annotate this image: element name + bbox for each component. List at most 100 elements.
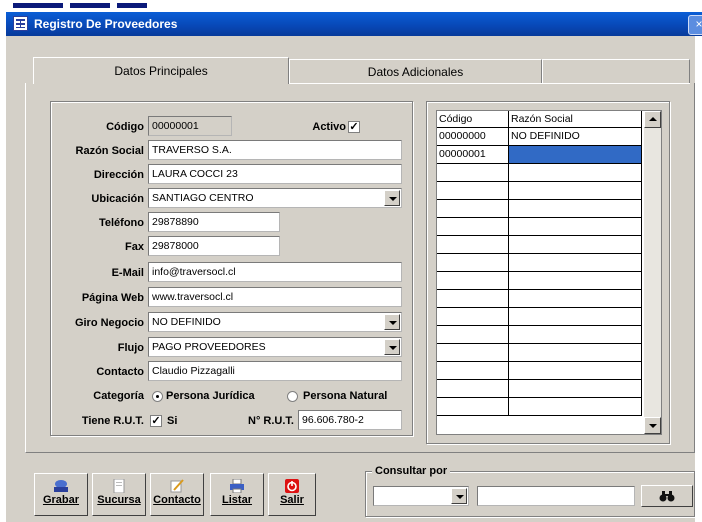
app-grid-icon: [13, 16, 28, 31]
razon-social-label: Razón Social: [75, 145, 144, 157]
giro-negocio-label: Giro Negocio: [74, 317, 144, 329]
consultar-select[interactable]: [373, 486, 469, 506]
top-strip-bar: [70, 3, 110, 8]
sucursal-label: Sucursa: [97, 494, 141, 506]
listar-button[interactable]: Listar: [210, 473, 264, 516]
grid-cell-codigo[interactable]: 00000001: [437, 146, 509, 164]
contacto-button[interactable]: Contacto: [150, 473, 204, 516]
grid-empty-cell: [509, 200, 642, 218]
ubicacion-select[interactable]: SANTIAGO CENTRO: [148, 188, 402, 208]
telefono-field[interactable]: 29878890: [148, 212, 280, 232]
grid-empty-cell: [509, 290, 642, 308]
chevron-down-icon[interactable]: [384, 190, 400, 206]
binoculars-icon: [659, 491, 675, 502]
grid-empty-cell: [437, 236, 509, 254]
radio-persona-juridica[interactable]: [152, 391, 163, 402]
tab-label: Datos Adicionales: [367, 65, 464, 79]
grid-empty-cell: [509, 254, 642, 272]
title-bar: Registro De Proveedores ×: [6, 12, 702, 36]
salir-label: Salir: [280, 494, 304, 506]
grid-empty-cell: [437, 200, 509, 218]
tiene-rut-label: Tiene R.U.T.: [81, 415, 144, 427]
activo-label: Activo: [312, 121, 346, 133]
grid-empty-cell: [437, 308, 509, 326]
grid-empty-cell: [509, 308, 642, 326]
activo-checkbox[interactable]: ✓: [348, 121, 360, 133]
persona-juridica-label: Persona Jurídica: [166, 390, 255, 402]
window-title: Registro De Proveedores: [34, 17, 178, 31]
grid-scrollbar[interactable]: [644, 111, 661, 434]
close-icon[interactable]: ×: [688, 15, 702, 35]
contacto-label: Contacto: [96, 366, 144, 378]
grid-cell-razon-social[interactable]: NO DEFINIDO: [509, 128, 642, 146]
sucursal-button[interactable]: Sucursa: [92, 473, 146, 516]
grid-empty-cell: [509, 218, 642, 236]
contacto-field[interactable]: Claudio Pizzagalli: [148, 361, 402, 381]
grabar-label: Grabar: [42, 494, 80, 506]
search-button[interactable]: [641, 485, 693, 507]
tiene-rut-si-label: Si: [167, 415, 178, 427]
listar-label: Listar: [222, 494, 252, 506]
ubicacion-value: SANTIAGO CENTRO: [152, 192, 254, 204]
nro-rut-label: N° R.U.T.: [248, 415, 294, 427]
grid-cell-codigo[interactable]: 00000000: [437, 128, 509, 146]
codigo-field[interactable]: 00000001: [148, 116, 232, 136]
grid-header-codigo[interactable]: Código: [437, 111, 509, 128]
giro-negocio-select[interactable]: NO DEFINIDO: [148, 312, 402, 332]
tab-datos-adicionales[interactable]: Datos Adicionales: [289, 59, 542, 83]
grid-empty-cell: [509, 344, 642, 362]
salir-button[interactable]: Salir: [268, 473, 316, 516]
chevron-down-icon[interactable]: [384, 339, 400, 355]
grid-empty-cell: [437, 272, 509, 290]
scroll-up-icon[interactable]: [644, 111, 661, 128]
direccion-label: Dirección: [93, 169, 144, 181]
flujo-select[interactable]: PAGO PROVEEDORES: [148, 337, 402, 357]
tab-empty: [542, 59, 690, 83]
flujo-value: PAGO PROVEEDORES: [152, 341, 266, 353]
grid-empty-cell: [509, 380, 642, 398]
consultar-search-input[interactable]: [477, 486, 635, 506]
tab-datos-principales[interactable]: Datos Principales: [33, 57, 289, 84]
tiene-rut-checkbox[interactable]: ✓: [150, 415, 162, 427]
grid-empty-cell: [437, 344, 509, 362]
fax-field[interactable]: 29878000: [148, 236, 280, 256]
grid-empty-cell: [437, 398, 509, 416]
email-label: E-Mail: [111, 267, 144, 279]
grid-empty-cell: [509, 362, 642, 380]
flujo-label: Flujo: [117, 342, 144, 354]
grid-empty-cell: [437, 164, 509, 182]
pagina-web-label: Página Web: [81, 292, 144, 304]
telefono-label: Teléfono: [98, 217, 144, 229]
persona-natural-label: Persona Natural: [303, 390, 388, 402]
email-field[interactable]: info@traversocl.cl: [148, 262, 402, 282]
pagina-web-field[interactable]: www.traversocl.cl: [148, 287, 402, 307]
top-strip-bar: [117, 3, 147, 8]
radio-persona-natural[interactable]: [287, 391, 298, 402]
grid-empty-cell: [437, 254, 509, 272]
consultar-label: Consultar por: [372, 465, 451, 477]
grid-empty-cell: [509, 182, 642, 200]
pencil-icon: [170, 479, 184, 493]
tab-label: Datos Principales: [114, 64, 208, 78]
grabar-button[interactable]: Grabar: [34, 473, 88, 516]
grid-empty-cell: [437, 326, 509, 344]
contacto-label: Contacto: [153, 494, 201, 506]
chevron-down-icon[interactable]: [451, 488, 467, 504]
right-edge: [695, 36, 702, 522]
proveedores-grid[interactable]: Código Razón Social 00000000 NO DEFINIDO…: [436, 110, 662, 435]
grid-header-razon-social[interactable]: Razón Social: [509, 111, 642, 128]
ubicacion-label: Ubicación: [91, 193, 144, 205]
grid-empty-cell: [509, 236, 642, 254]
grid-empty-cell: [509, 272, 642, 290]
grid-cell-razon-social-selected[interactable]: [509, 146, 642, 164]
top-strip: [0, 0, 702, 10]
direccion-field[interactable]: LAURA COCCI 23: [148, 164, 402, 184]
nro-rut-field[interactable]: 96.606.780-2: [298, 410, 402, 430]
categoria-label: Categoría: [93, 390, 144, 402]
grid-empty-cell: [437, 182, 509, 200]
razon-social-field[interactable]: TRAVERSO S.A.: [148, 140, 402, 160]
scroll-down-icon[interactable]: [644, 417, 661, 434]
document-icon: [113, 479, 125, 493]
chevron-down-icon[interactable]: [384, 314, 400, 330]
grid-empty-cell: [437, 362, 509, 380]
